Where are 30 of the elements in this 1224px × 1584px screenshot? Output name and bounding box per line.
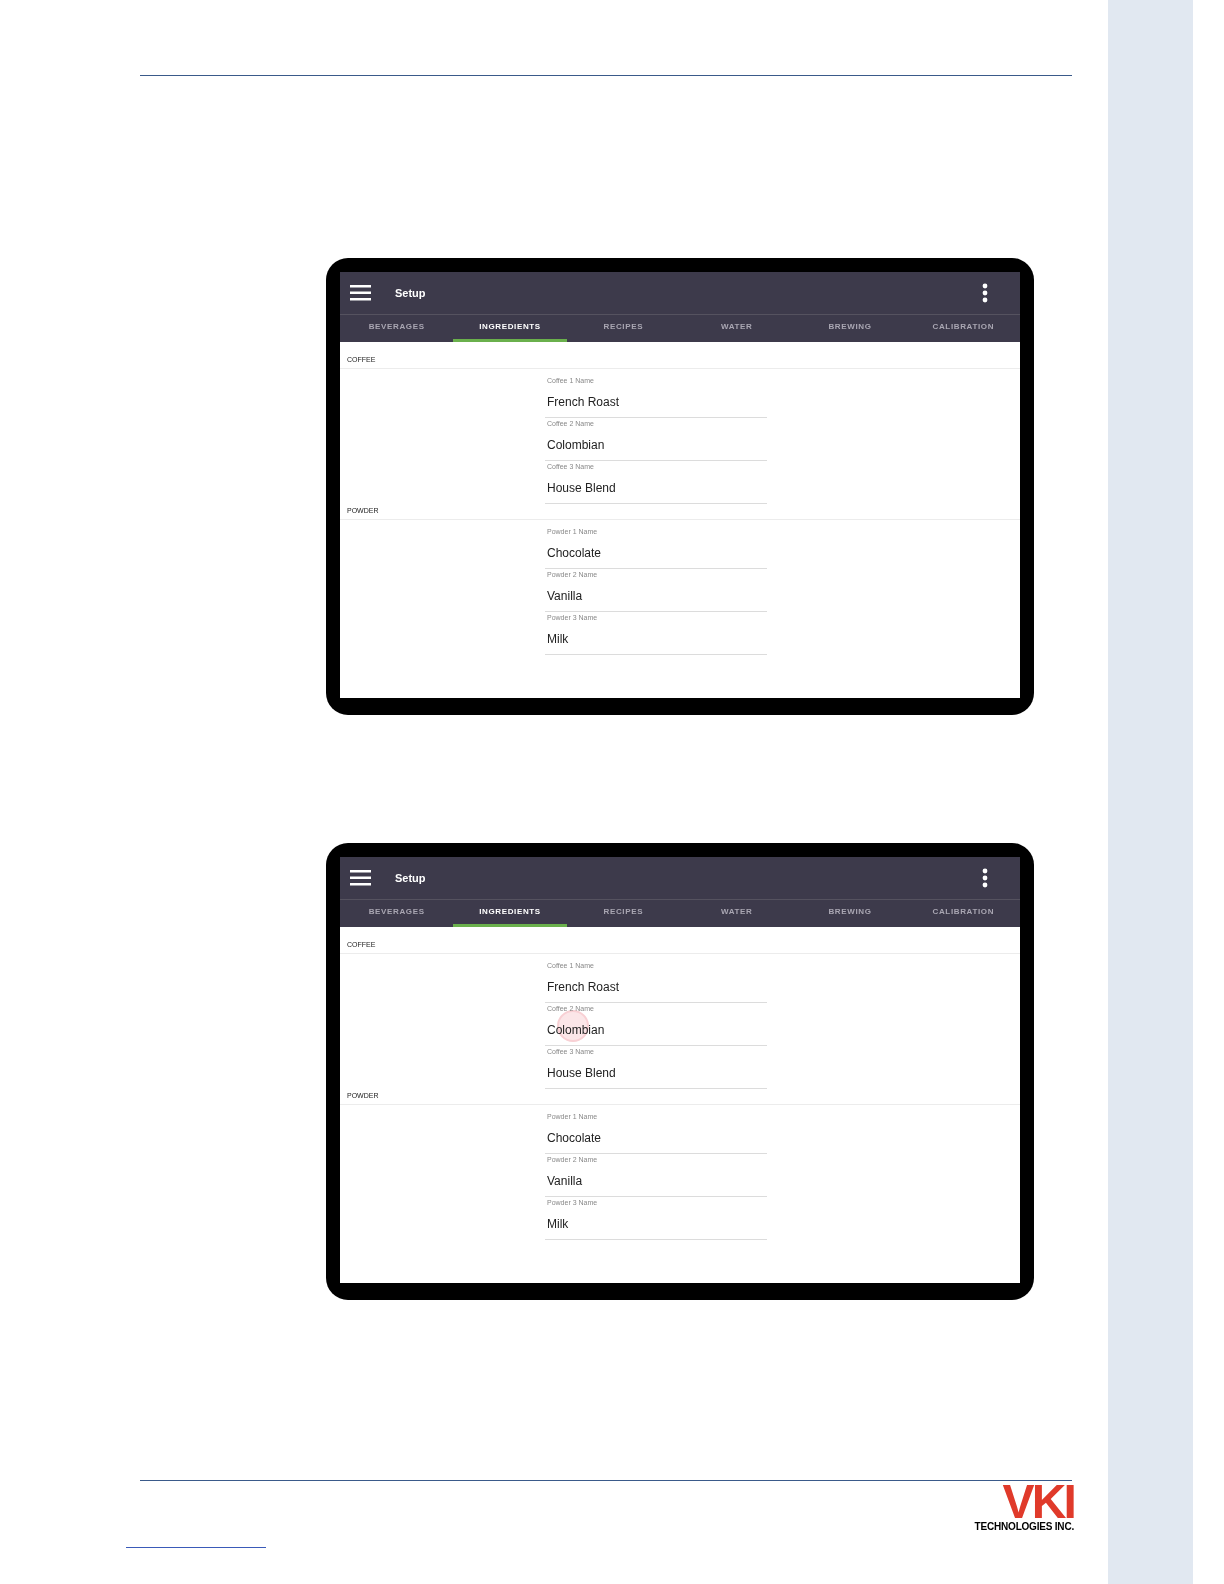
field-value: French Roast (547, 979, 621, 995)
field-value: Milk (547, 631, 570, 647)
tab[interactable]: RECIPES (566, 900, 680, 927)
screen-title: Setup (395, 285, 426, 301)
screen-title: Setup (395, 870, 426, 886)
tab[interactable]: BREWING (793, 315, 907, 342)
tab[interactable]: CALIBRATION (906, 900, 1020, 927)
field-value: House Blend (547, 1065, 617, 1081)
tab[interactable]: RECIPES (566, 315, 680, 342)
menu-icon[interactable] (350, 285, 371, 301)
tab[interactable]: WATER (680, 315, 794, 342)
more-options-icon[interactable] (982, 283, 988, 303)
field-value: Milk (547, 1216, 570, 1232)
field-value: Vanilla (547, 588, 584, 604)
field-value: Vanilla (547, 1173, 584, 1189)
field-value: French Roast (547, 394, 621, 410)
tab[interactable]: BREWING (793, 900, 907, 927)
field-value: Colombian (547, 1022, 606, 1038)
field-value: House Blend (547, 480, 617, 496)
field-value: Chocolate (547, 1130, 603, 1146)
more-options-icon[interactable] (982, 868, 988, 888)
tab[interactable]: WATER (680, 900, 794, 927)
tab[interactable]: CALIBRATION (906, 315, 1020, 342)
tab[interactable]: INGREDIENTS (453, 315, 567, 342)
menu-icon[interactable] (350, 870, 371, 886)
tab[interactable]: BEVERAGES (340, 315, 454, 342)
tab[interactable]: INGREDIENTS (453, 900, 567, 927)
tab[interactable]: BEVERAGES (340, 900, 454, 927)
field-value: Chocolate (547, 545, 603, 561)
field-value: Colombian (547, 437, 606, 453)
